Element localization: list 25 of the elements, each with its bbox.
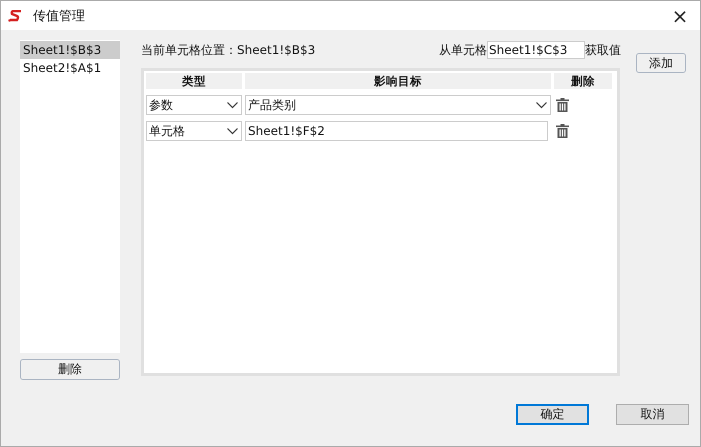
target-dropdown[interactable]: 产品类别 xyxy=(245,95,551,115)
add-button[interactable]: 添加 xyxy=(636,53,686,73)
trash-icon[interactable] xyxy=(556,124,569,138)
cell-list-item[interactable]: Sheet1!$B$3 xyxy=(20,41,120,59)
source-cell-field[interactable]: Sheet1!$C$3 xyxy=(487,41,585,59)
column-header: 影响目标 xyxy=(245,73,551,89)
close-button[interactable]: × xyxy=(660,1,700,30)
current-cell-label: 当前单元格位置：Sheet1!$B$3 xyxy=(141,42,316,58)
chevron-icon xyxy=(536,102,547,108)
column-header: 删除 xyxy=(554,73,612,89)
source-prefix: 从单元格 xyxy=(439,42,487,58)
cell-list-item[interactable]: Sheet2!$A$1 xyxy=(20,59,120,77)
column-header: 类型 xyxy=(146,73,242,89)
app-logo-icon xyxy=(8,10,24,22)
delete-button[interactable]: 删除 xyxy=(20,359,120,380)
ok-button[interactable]: 确定 xyxy=(516,404,589,425)
target-field[interactable]: Sheet1!$F$2 xyxy=(245,121,548,141)
type-dropdown[interactable]: 参数 xyxy=(146,95,242,115)
source-suffix: 获取值 xyxy=(585,42,621,58)
window-title: 传值管理 xyxy=(33,8,86,24)
trash-icon[interactable] xyxy=(556,98,569,112)
type-dropdown[interactable]: 单元格 xyxy=(146,121,242,141)
chevron-icon xyxy=(227,128,238,134)
chevron-icon xyxy=(227,102,238,108)
cancel-button[interactable]: 取消 xyxy=(616,404,689,425)
